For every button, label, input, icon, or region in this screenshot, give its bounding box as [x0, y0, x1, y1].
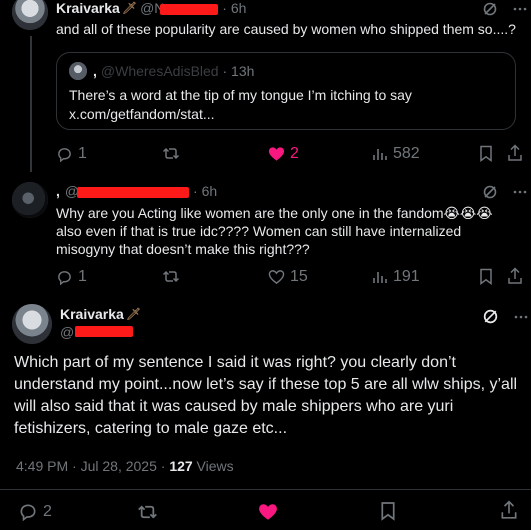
share-icon — [501, 500, 517, 519]
quote-avatar — [69, 62, 87, 80]
flair-emoji: 🗡 — [121, 1, 138, 15]
post-meta: 4:49 PM · Jul 28, 2025 · 127 Views — [16, 458, 234, 474]
post-text: and all of these popularity are caused b… — [56, 21, 516, 37]
display-name[interactable]: Kraivarka — [56, 0, 120, 16]
repost-icon — [162, 270, 180, 283]
reply-count: 1 — [78, 145, 87, 162]
like-button[interactable]: 2 — [268, 145, 299, 163]
views-button[interactable]: 582 — [372, 145, 420, 163]
share-button[interactable] — [507, 267, 523, 285]
like-icon — [268, 270, 285, 285]
more-icon[interactable] — [512, 1, 528, 22]
bookmark-button[interactable] — [479, 268, 493, 285]
post-text: Which part of my sentence I said it was … — [14, 354, 518, 437]
post-timestamp[interactable]: 4:49 PM · Jul 28, 2025 · — [16, 458, 169, 474]
redaction — [160, 3, 219, 15]
views-count: 127 — [169, 458, 193, 474]
like-button[interactable]: 15 — [268, 268, 308, 286]
post-header: Kraivarka 🗡 — [60, 306, 144, 322]
flair-emoji: 🗡 — [125, 307, 142, 321]
views-button[interactable]: 191 — [372, 268, 420, 286]
like-button[interactable] — [258, 503, 278, 521]
bookmark-icon — [480, 145, 492, 162]
bookmark-button[interactable] — [380, 501, 396, 521]
like-count: 15 — [290, 268, 308, 285]
post-2[interactable]: , @ · 6h Why are you Acting like women a… — [0, 172, 531, 294]
quote-time: 13h — [231, 63, 255, 79]
quote-handle: @WheresAdisBled — [100, 63, 219, 79]
views-label: Views — [192, 458, 234, 474]
share-icon — [508, 267, 522, 284]
reply-count: 2 — [43, 503, 52, 520]
display-name[interactable]: Kraivarka — [60, 306, 124, 322]
bookmark-icon — [480, 268, 492, 285]
handle[interactable]: @ — [65, 183, 190, 199]
views-icon — [373, 149, 387, 160]
repost-button[interactable] — [162, 268, 180, 285]
share-button[interactable] — [500, 500, 518, 520]
repost-button[interactable] — [137, 502, 158, 522]
reply-icon — [58, 270, 71, 285]
reply-button[interactable]: 1 — [56, 268, 87, 286]
share-icon — [508, 144, 522, 161]
like-count: 2 — [290, 145, 299, 162]
post-3-focused: Kraivarka 🗡 @NOE Which part of my senten… — [0, 294, 531, 530]
reply-icon — [20, 504, 36, 522]
views-icon — [373, 272, 387, 283]
quoted-post[interactable]: , @WheresAdisBled · 13h There’s a word a… — [56, 52, 516, 130]
reply-button[interactable]: 2 — [18, 502, 52, 522]
post-top-icons — [482, 1, 528, 22]
repost-icon — [138, 505, 157, 519]
quote-header: , @WheresAdisBled · 13h — [93, 63, 255, 79]
avatar[interactable] — [12, 304, 52, 344]
more-icon[interactable] — [513, 309, 529, 330]
grok-icon[interactable] — [482, 1, 498, 22]
handle-row: @NOE — [60, 324, 133, 340]
more-icon[interactable] — [512, 184, 528, 205]
bookmark-icon — [381, 502, 395, 521]
grok-icon[interactable] — [482, 184, 498, 205]
divider — [0, 489, 531, 490]
share-button[interactable] — [507, 144, 523, 162]
timestamp[interactable]: 6h — [202, 183, 218, 199]
handle[interactable]: @NOE — [60, 324, 133, 340]
redaction — [74, 325, 133, 337]
bookmark-button[interactable] — [479, 145, 493, 162]
handle[interactable]: @N — [140, 0, 219, 16]
redaction — [77, 186, 190, 198]
quote-text: There’s a word at the tip of my tongue I… — [69, 87, 412, 122]
repost-icon — [162, 147, 180, 160]
timestamp[interactable]: 6h — [231, 0, 247, 16]
repost-button[interactable] — [162, 145, 180, 162]
reply-icon — [58, 147, 71, 162]
post-1[interactable]: Kraivarka 🗡 @N · 6h and all of these pop… — [0, 0, 531, 172]
reply-count: 1 — [78, 268, 87, 285]
post-top-icons — [482, 184, 528, 205]
post-top-icons — [482, 308, 529, 330]
post-header: , @ · 6h — [56, 183, 218, 199]
grok-icon[interactable] — [482, 308, 499, 330]
like-icon — [259, 504, 277, 520]
avatar[interactable] — [12, 0, 48, 30]
avatar[interactable] — [12, 182, 48, 218]
post-text: Why are you Acting like women are the on… — [56, 205, 493, 257]
like-icon — [268, 147, 285, 161]
view-count: 582 — [393, 145, 420, 162]
reply-button[interactable]: 1 — [56, 145, 87, 163]
post-header: Kraivarka 🗡 @N · 6h — [56, 0, 247, 16]
view-count: 191 — [393, 268, 420, 285]
thread-connector — [30, 36, 32, 172]
